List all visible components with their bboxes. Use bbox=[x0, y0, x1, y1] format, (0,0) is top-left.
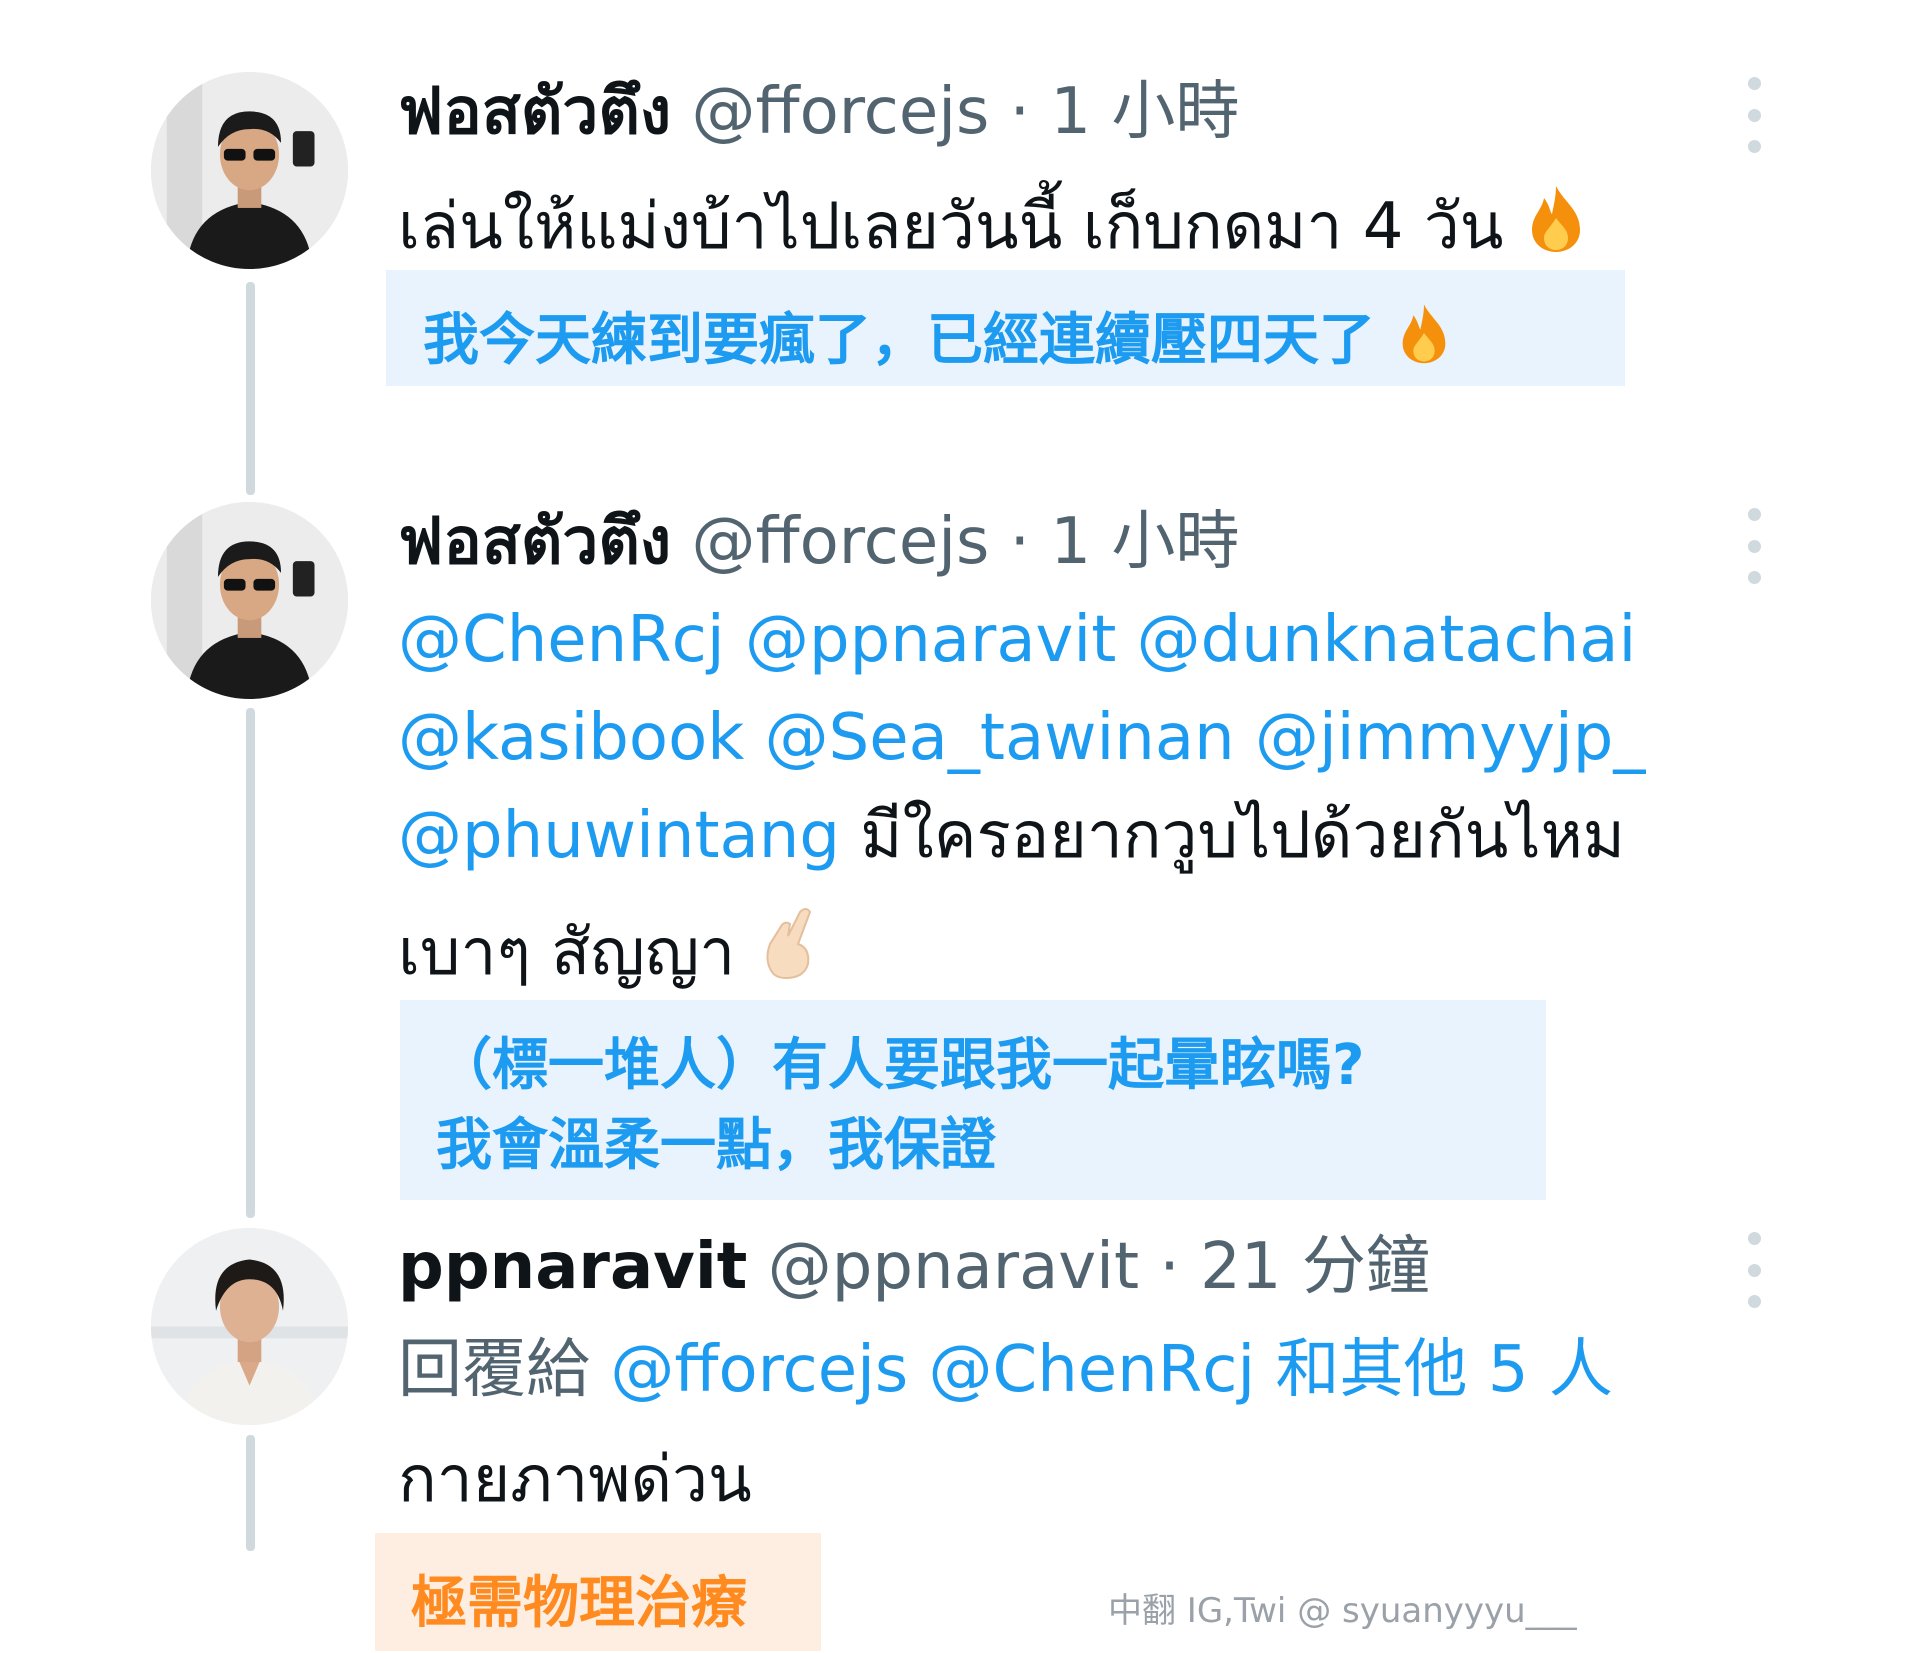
translation-box-3: 極需物理治療 bbox=[375, 1533, 821, 1651]
avatar-photo-icon bbox=[151, 502, 348, 699]
more-options-icon[interactable] bbox=[1740, 1232, 1768, 1308]
tweet-text: มีใครอยากวูบไปด้วยกันไหม bbox=[839, 799, 1625, 873]
thread-line-2 bbox=[246, 708, 255, 1218]
display-name[interactable]: ฟอสตัวตึง bbox=[398, 505, 671, 579]
time-separator: · bbox=[989, 75, 1051, 149]
display-name[interactable]: ฟอสตัวตึง bbox=[398, 75, 671, 149]
tweet-2-text-line-4: เบาๆ สัญญา bbox=[398, 904, 822, 991]
timestamp[interactable]: 1 小時 bbox=[1050, 75, 1239, 149]
mentions-line-1[interactable]: @ChenRcj @ppnaravit @dunknatachai bbox=[398, 608, 1636, 672]
translation-line-1: （標一堆人）有人要跟我一起暈眩嗎? bbox=[436, 1033, 1365, 1098]
translation-line-2: 我會溫柔一點，我保證 bbox=[436, 1113, 996, 1178]
avatar-ppnaravit[interactable] bbox=[151, 1228, 348, 1425]
thread-line-3 bbox=[246, 1435, 255, 1551]
time-separator: · bbox=[1139, 1230, 1201, 1304]
tweet-text: เล่นให้แม่งบ้าไปเลยวันนี้ เก็บกดมา 4 วัน bbox=[398, 190, 1504, 264]
thread-line-1 bbox=[246, 282, 255, 495]
display-name[interactable]: ppnaravit bbox=[398, 1230, 747, 1304]
avatar-photo-icon bbox=[151, 72, 348, 269]
timestamp[interactable]: 1 小時 bbox=[1050, 505, 1239, 579]
avatar-photo-icon bbox=[151, 1228, 348, 1425]
avatar-fforcejs[interactable] bbox=[151, 72, 348, 269]
tweet-2-header: ฟอสตัวตึง @fforcejs · 1 小時 bbox=[398, 510, 1239, 574]
tweet-text: เบาๆ สัญญา bbox=[398, 916, 736, 990]
translation-box-1: 我今天練到要瘋了，已經連續壓四天了 bbox=[386, 270, 1625, 386]
crossed-fingers-icon bbox=[756, 904, 822, 991]
timestamp[interactable]: 21 分鐘 bbox=[1200, 1230, 1430, 1304]
mention-link[interactable]: @phuwintang bbox=[398, 799, 840, 873]
time-separator: · bbox=[989, 505, 1051, 579]
reply-context: 回覆給 @fforcejs @ChenRcj 和其他 5 人 bbox=[398, 1338, 1613, 1402]
translator-credit: 中翻 IG,Twi @ syuanyyyu___ bbox=[1108, 1591, 1577, 1631]
translation-text: 極需物理治療 bbox=[411, 1571, 747, 1636]
fire-icon bbox=[1524, 182, 1588, 265]
more-options-icon[interactable] bbox=[1740, 508, 1768, 584]
tweet-1-text: เล่นให้แม่งบ้าไปเลยวันนี้ เก็บกดมา 4 วัน bbox=[398, 182, 1588, 265]
translation-text: 我今天練到要瘋了，已經連續壓四天了 bbox=[423, 308, 1375, 373]
handle[interactable]: @fforcejs bbox=[691, 75, 989, 149]
more-options-icon[interactable] bbox=[1740, 77, 1768, 153]
reply-prefix: 回覆給 bbox=[398, 1333, 611, 1407]
handle[interactable]: @fforcejs bbox=[691, 505, 989, 579]
tweet-1-header: ฟอสตัวตึง @fforcejs · 1 小時 bbox=[398, 80, 1239, 144]
tweet-3-header: ppnaravit @ppnaravit · 21 分鐘 bbox=[398, 1235, 1430, 1299]
avatar-fforcejs[interactable] bbox=[151, 502, 348, 699]
reply-mentions-link[interactable]: @fforcejs @ChenRcj 和其他 5 人 bbox=[610, 1333, 1613, 1407]
fire-icon bbox=[1395, 301, 1453, 379]
translation-box-2: （標一堆人）有人要跟我一起暈眩嗎? 我會溫柔一點，我保證 bbox=[400, 1000, 1546, 1200]
tweet-2-text-line-3: @phuwintang มีใครอยากวูบไปด้วยกันไหม bbox=[398, 804, 1625, 868]
mentions-line-2[interactable]: @kasibook @Sea_tawinan @jimmyyjp_ bbox=[398, 706, 1645, 770]
tweet-3-text: กายภาพด่วน bbox=[398, 1443, 752, 1517]
handle[interactable]: @ppnaravit bbox=[768, 1230, 1139, 1304]
